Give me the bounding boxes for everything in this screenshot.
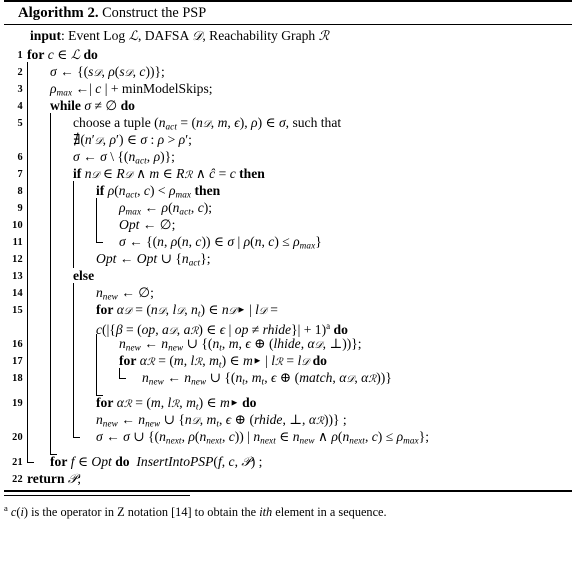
- algorithm-line: 2 σ ← {(s𝒟, ρ(s𝒟, c))};: [4, 62, 572, 81]
- line-code: Opt ← ∅;: [27, 215, 572, 234]
- algorithm-line: 18 nnew ← nnew ∪ {(nt, mt, ϵ ⊕ (match, α…: [4, 368, 572, 387]
- line-number: 1: [17, 50, 23, 61]
- line-number: 2: [17, 67, 23, 78]
- algorithm-line: 7 if n𝒟 ∈ R𝒟 ∧ m ∈ Rℛ ∧ ĉ = c then: [4, 164, 572, 183]
- algorithm-line: 20 σ ← σ ∪ {(nnext, ρ(nnext, c)) | nnext…: [4, 427, 572, 446]
- line-code: while σ ≠ ∅ do: [27, 96, 572, 115]
- algorithm-caption-label: Algorithm 2.: [18, 5, 99, 21]
- line-number: 12: [12, 254, 23, 265]
- line-number: 17: [12, 356, 23, 367]
- algorithm-line: 14 nnew ← ∅;: [4, 283, 572, 302]
- line-number: 15: [12, 305, 23, 316]
- line-code: for αℛ = (m, lℛ, mt) ∈ m► do: [27, 393, 572, 412]
- line-number: 6: [17, 152, 23, 163]
- line-number: 14: [12, 288, 23, 299]
- line-code: c(|{β = (op, a𝒟, aℛ) ∈ ϵ | op ≠ rhide}| …: [27, 317, 572, 337]
- algorithm-line: 21 for f ∈ Opt do InsertIntoPSP(f, c, 𝒫)…: [4, 452, 572, 470]
- line-code: return 𝒫;: [27, 471, 82, 487]
- algorithm-line: 13 else: [4, 266, 572, 285]
- line-code: else: [27, 266, 572, 285]
- line-number: 16: [12, 339, 23, 350]
- algorithm-body: 1 for c ∈ ℒ do 2 σ ← {(s𝒟, ρ(s𝒟, c))}; 3…: [0, 46, 576, 490]
- line-code: for αℛ = (m, lℛ, mt) ∈ m► | lℛ = l𝒟 do: [27, 351, 572, 370]
- line-number: 13: [12, 271, 23, 282]
- line-code: [27, 444, 572, 456]
- algorithm-block-close: [4, 385, 572, 397]
- line-code: for f ∈ Opt do InsertIntoPSP(f, c, 𝒫) ;: [27, 452, 572, 470]
- algorithm-line: 11 σ ← {(n, ρ(n, c)) ∈ σ | ρ(n, c) ≤ ρma…: [4, 232, 572, 251]
- input-text: : Event Log ℒ, DAFSA 𝒟, Reachability Gra…: [60, 28, 329, 44]
- algorithm-line: 8 if ρ(nact, c) < ρmax then: [4, 181, 572, 200]
- algorithm-line: 6 σ ← σ \ {(nact, ρ)};: [4, 147, 572, 166]
- algorithm-figure: Algorithm 2. Construct the PSP input: Ev…: [0, 0, 576, 583]
- line-number: 20: [12, 432, 23, 443]
- line-code: σ ← σ \ {(nact, ρ)};: [27, 147, 572, 166]
- line-code: ρmax ←| c | + minModelSkips;: [27, 79, 572, 98]
- line-code: [27, 385, 572, 397]
- algorithm-line: 1 for c ∈ ℒ do: [4, 46, 572, 63]
- algorithm-caption: Algorithm 2. Construct the PSP: [0, 2, 576, 24]
- algorithm-line: 12 Opt ← Opt ∪ {nact};: [4, 249, 572, 268]
- algorithm-line: 5 choose a tuple (nact = (n𝒟, m, ϵ), ρ) …: [4, 113, 572, 132]
- algorithm-line: 15 for α𝒟 = (n𝒟, l𝒟, nt) ∈ n𝒟► | l𝒟 =: [4, 300, 572, 319]
- line-code: nnew ← ∅;: [27, 283, 572, 302]
- line-number: 21: [12, 457, 23, 468]
- algorithm-line-continuation: nnew ← nnew ∪ {n𝒟, mt, ϵ ⊕ (rhide, ⊥, αℛ…: [4, 410, 572, 429]
- line-code: σ ← {(s𝒟, ρ(s𝒟, c))};: [27, 62, 572, 81]
- algorithm-caption-title: Construct the PSP: [102, 5, 207, 21]
- algorithm-line: 4 while σ ≠ ∅ do: [4, 96, 572, 115]
- line-code: σ ← σ ∪ {(nnext, ρ(nnext, c)) | nnext ∈ …: [27, 427, 572, 446]
- line-code: for α𝒟 = (n𝒟, l𝒟, nt) ∈ n𝒟► | l𝒟 =: [27, 300, 572, 319]
- line-code: σ ← {(n, ρ(n, c)) ∈ σ | ρ(n, c) ≤ ρmax}: [27, 232, 572, 251]
- line-number: 11: [12, 237, 23, 248]
- line-code: ρmax ← ρ(nact, c);: [27, 198, 572, 217]
- line-code: if n𝒟 ∈ R𝒟 ∧ m ∈ Rℛ ∧ ĉ = c then: [27, 164, 572, 183]
- algorithm-line: 17 for αℛ = (m, lℛ, mt) ∈ m► | lℛ = l𝒟 d…: [4, 351, 572, 370]
- algorithm-line: 22 return 𝒫;: [4, 470, 572, 487]
- input-label: input: [30, 28, 61, 43]
- line-number: 19: [12, 398, 23, 409]
- algorithm-line: 19 for αℛ = (m, lℛ, mt) ∈ m► do: [4, 393, 572, 412]
- footnote-text: c(i) is the operator in Z notation [14] …: [10, 505, 387, 519]
- line-code: choose a tuple (nact = (n𝒟, m, ϵ), ρ) ∈ …: [27, 113, 572, 132]
- line-number-blank: [4, 445, 27, 449]
- algorithm-input-line: input: Event Log ℒ, DAFSA 𝒟, Reachabilit…: [0, 25, 576, 46]
- line-code: if ρ(nact, c) < ρmax then: [27, 181, 572, 200]
- line-code: for c ∈ ℒ do: [27, 47, 98, 63]
- line-code: nnew ← nnew ∪ {(nt, mt, ϵ ⊕ (match, α𝒟, …: [27, 368, 572, 387]
- algorithm-line: 16 nnew ← nnew ∪ {(nt, m, ϵ ⊕ (lhide, α𝒟…: [4, 334, 572, 353]
- footnote: a c(i) is the operator in Z notation [14…: [0, 496, 576, 520]
- algorithm-line: 9 ρmax ← ρ(nact, c);: [4, 198, 572, 217]
- line-number-blank: [4, 131, 27, 135]
- algorithm-line-continuation: c(|{β = (op, a𝒟, aℛ) ∈ ϵ | op ≠ rhide}| …: [4, 317, 572, 337]
- line-number-blank: [4, 386, 27, 390]
- line-number: 18: [12, 373, 23, 384]
- line-number: 22: [12, 474, 23, 485]
- algorithm-line-continuation: ∄(n′𝒟, ρ′) ∈ σ : ρ > ρ′;: [4, 130, 572, 149]
- line-number: 3: [17, 84, 23, 95]
- algorithm-line: 3 ρmax ←| c | + minModelSkips;: [4, 79, 572, 98]
- line-number: 9: [17, 203, 23, 214]
- line-number: 4: [17, 101, 23, 112]
- line-number-blank: [4, 411, 27, 415]
- algorithm-block-close: [4, 444, 572, 456]
- footnote-marker: a: [4, 503, 8, 513]
- line-code: ∄(n′𝒟, ρ′) ∈ σ : ρ > ρ′;: [27, 130, 572, 149]
- line-number: 5: [17, 118, 23, 129]
- algorithm-line: 10 Opt ← ∅;: [4, 215, 572, 234]
- line-code: Opt ← Opt ∪ {nact};: [27, 249, 572, 268]
- line-number: 7: [17, 169, 23, 180]
- line-number: 8: [17, 186, 23, 197]
- line-number: 10: [12, 220, 23, 231]
- line-code: nnew ← nnew ∪ {(nt, m, ϵ ⊕ (lhide, α𝒟, ⊥…: [27, 334, 572, 353]
- line-code: nnew ← nnew ∪ {n𝒟, mt, ϵ ⊕ (rhide, ⊥, αℛ…: [27, 410, 572, 429]
- line-number-blank: [4, 318, 27, 322]
